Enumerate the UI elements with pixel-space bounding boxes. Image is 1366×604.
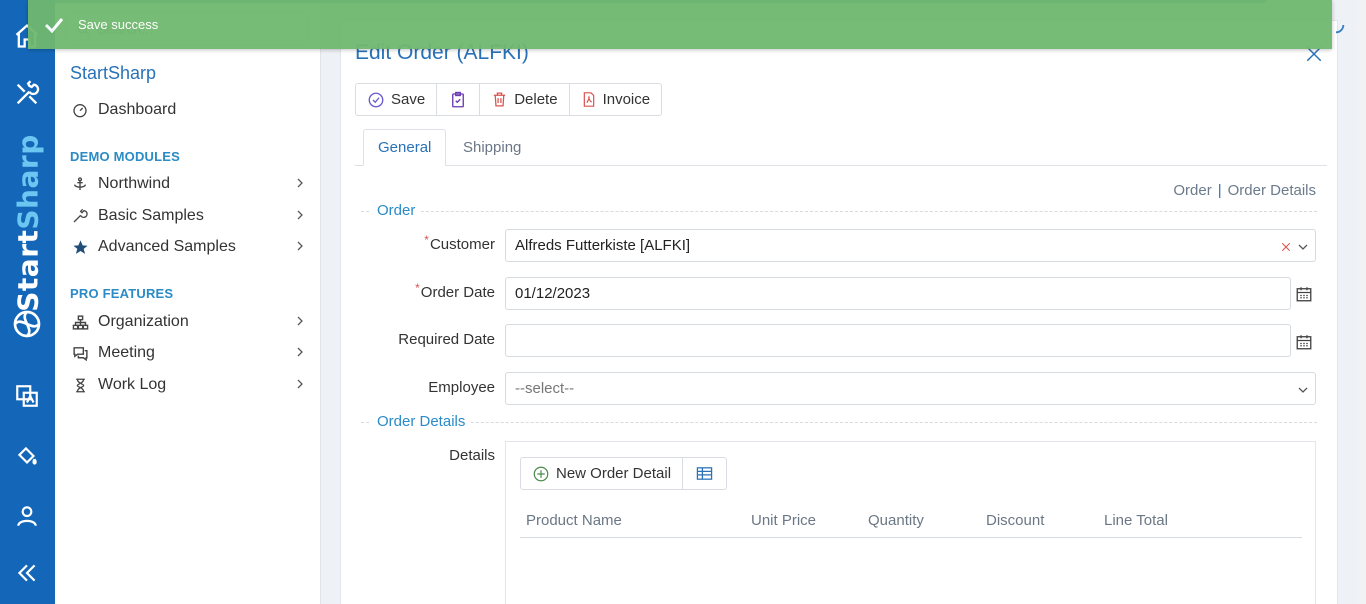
sidebar-item-advanced-samples[interactable]: Advanced Samples	[70, 234, 310, 260]
apply-changes-button[interactable]	[437, 84, 481, 115]
clear-icon[interactable]	[1281, 242, 1291, 252]
wrench-icon	[70, 206, 90, 226]
user-icon[interactable]	[11, 500, 43, 532]
sidebar-item-dashboard[interactable]: Dashboard	[70, 97, 310, 123]
success-toast[interactable]: Save success	[28, 0, 1332, 49]
column-header[interactable]: Quantity	[868, 512, 924, 529]
customer-select[interactable]: Alfreds Futterkiste [ALFKI]	[505, 229, 1316, 262]
sidebar-item-basic-samples[interactable]: Basic Samples	[70, 203, 310, 229]
sidebar-item-northwind[interactable]: Northwind	[70, 171, 310, 197]
tab-shipping[interactable]: Shipping	[449, 129, 535, 166]
delete-button[interactable]: Delete	[480, 84, 570, 115]
tools-icon[interactable]	[11, 78, 43, 110]
section-links: Order | Order Details	[1173, 182, 1316, 199]
save-button[interactable]: Save	[356, 84, 438, 115]
org-chart-icon	[70, 312, 90, 332]
sidebar-item-label: Dashboard	[98, 101, 177, 118]
employee-label: Employee	[428, 379, 495, 396]
sidebar: StartSharp Dashboard DEMO MODULES Northw…	[55, 0, 321, 604]
column-header[interactable]: Line Total	[1104, 512, 1168, 529]
section-demo-modules: DEMO MODULES	[70, 149, 181, 164]
logo-swirl-icon	[11, 308, 43, 340]
customer-value: Alfreds Futterkiste [ALFKI]	[515, 237, 691, 254]
calendar-icon[interactable]	[1295, 333, 1313, 351]
app-name: StartSharp	[70, 63, 157, 83]
grid-header: Product Name Unit Price Quantity Discoun…	[520, 506, 1302, 538]
sidebar-item-label: Northwind	[98, 175, 171, 192]
chat-icon	[70, 343, 90, 363]
page-scrollbar[interactable]	[1357, 0, 1366, 604]
check-circle-icon	[368, 92, 384, 107]
sidebar-item-work-log[interactable]: Work Log	[70, 372, 310, 398]
column-header[interactable]: Unit Price	[751, 512, 816, 529]
anchor-icon	[70, 174, 90, 194]
new-order-detail-label: New Order Detail	[556, 465, 672, 482]
details-section-label: Order Details	[371, 413, 472, 430]
sidebar-item-label: Meeting	[98, 344, 155, 361]
toast-message: Save success	[78, 17, 159, 32]
link-order[interactable]: Order	[1173, 182, 1211, 199]
tab-bar: General Shipping	[355, 129, 1327, 166]
column-picker-button[interactable]	[683, 458, 726, 489]
details-label: Details	[449, 447, 495, 464]
table-icon	[696, 467, 713, 480]
chevron-down-icon	[1298, 244, 1308, 250]
dialog-toolbar: Save Delete Invoice	[355, 83, 663, 116]
chevron-right-icon	[297, 241, 303, 251]
loading-spinner-icon	[1335, 24, 1345, 34]
calendar-icon[interactable]	[1295, 285, 1313, 303]
details-toolbar: New Order Detail	[520, 457, 728, 490]
employee-value: --select--	[515, 380, 575, 397]
brand-logo: StartSharp	[11, 133, 45, 312]
required-date-label: Required Date	[398, 331, 495, 348]
translate-icon[interactable]	[11, 380, 43, 412]
order-date-label: *Order Date	[415, 281, 495, 301]
order-details-grid: New Order Detail Product Name Unit Price…	[505, 441, 1316, 604]
order-date-value: 01/12/2023	[515, 285, 591, 302]
plus-circle-icon	[533, 466, 549, 481]
link-separator: |	[1217, 182, 1222, 199]
star-icon	[70, 237, 90, 257]
pdf-icon	[583, 92, 594, 107]
sidebar-item-label: Basic Samples	[98, 207, 204, 224]
trash-icon	[494, 92, 506, 107]
sidebar-item-label: Work Log	[98, 376, 167, 393]
invoice-label: Invoice	[602, 91, 651, 108]
chevron-down-icon	[1298, 387, 1308, 393]
clipboard-check-icon	[452, 91, 465, 107]
column-header[interactable]: Discount	[986, 512, 1044, 529]
chevron-right-icon	[297, 210, 303, 220]
chevron-right-icon	[297, 379, 303, 389]
details-section-divider	[361, 422, 1317, 423]
employee-select[interactable]: --select--	[505, 372, 1316, 405]
edit-order-dialog: Edit Order (ALFKI) Save Delete Invoice G…	[340, 20, 1338, 604]
order-section-label: Order	[371, 202, 422, 219]
section-pro-features: PRO FEATURES	[70, 286, 174, 301]
sidebar-item-organization[interactable]: Organization	[70, 309, 310, 335]
column-header[interactable]: Product Name	[526, 512, 622, 529]
chevron-right-icon	[297, 347, 303, 357]
gauge-icon	[70, 100, 90, 120]
hourglass-icon	[70, 375, 90, 395]
new-order-detail-button[interactable]: New Order Detail	[521, 458, 684, 489]
customer-label: *Customer	[424, 233, 495, 253]
invoice-button[interactable]: Invoice	[570, 84, 662, 115]
required-date-input[interactable]	[505, 324, 1291, 357]
sidebar-item-meeting[interactable]: Meeting	[70, 340, 310, 366]
chevron-right-icon	[297, 316, 303, 326]
tab-general[interactable]: General	[363, 129, 447, 166]
chevron-right-icon	[297, 178, 303, 188]
sidebar-item-label: Organization	[98, 313, 189, 330]
save-label: Save	[391, 91, 426, 108]
delete-label: Delete	[514, 91, 558, 108]
icon-rail: StartSharp	[0, 0, 55, 604]
check-icon	[44, 17, 64, 33]
order-date-input[interactable]: 01/12/2023	[505, 277, 1291, 310]
paint-bucket-icon[interactable]	[11, 440, 43, 472]
sidebar-item-label: Advanced Samples	[98, 238, 236, 255]
order-section-divider	[361, 211, 1317, 212]
link-order-details[interactable]: Order Details	[1228, 182, 1316, 199]
collapse-icon[interactable]	[11, 557, 43, 589]
